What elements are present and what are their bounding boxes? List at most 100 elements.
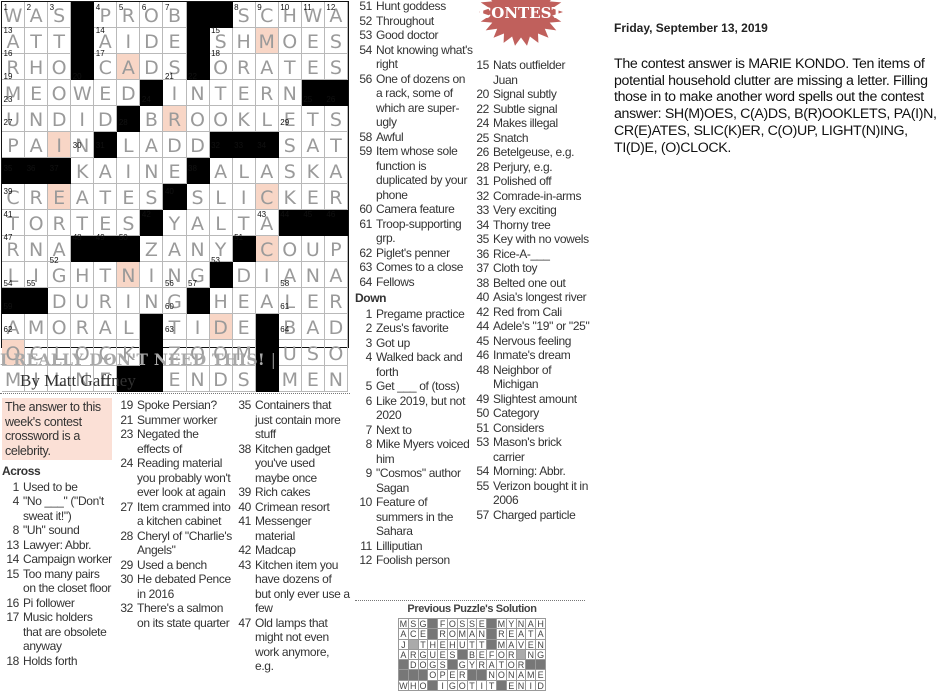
solution-cell: R bbox=[516, 660, 527, 671]
solution-cell bbox=[487, 639, 497, 650]
clue-item: 41 Messenger material bbox=[234, 514, 350, 543]
grid-cell: G bbox=[163, 288, 187, 314]
solution-cell: A bbox=[506, 639, 517, 650]
clue-number: 37 bbox=[476, 261, 489, 275]
grid-row: P A I N # L A D D # # # S A T bbox=[2, 132, 348, 158]
clue-text: Campaign worker bbox=[23, 552, 112, 566]
grid-cell: M bbox=[2, 80, 26, 106]
clue-item: 38 Kitchen gadget you've used maybe once bbox=[234, 442, 350, 486]
grid-cell: E bbox=[163, 28, 187, 54]
solution-cell: D bbox=[408, 660, 419, 671]
solution-cell: R bbox=[477, 660, 488, 671]
black-square: # bbox=[140, 366, 164, 392]
grid-cell: E bbox=[301, 288, 325, 314]
grid-cell: D bbox=[140, 54, 164, 80]
grid-cell: K bbox=[232, 106, 256, 132]
solution-cell bbox=[536, 660, 546, 671]
clue-item: 45 Nervous feeling bbox=[472, 334, 590, 349]
black-square: # bbox=[71, 2, 95, 28]
black-square: # bbox=[324, 80, 348, 106]
puzzle-title: I REALLY DON'T NEED THIS! | bbox=[0, 350, 276, 369]
clue-number: 51 bbox=[359, 0, 372, 13]
clue-item: 4 Walked back and forth bbox=[355, 350, 473, 379]
clue-item: 18 Holds forth bbox=[2, 654, 114, 669]
clue-text: Messenger material bbox=[255, 514, 312, 543]
clue-item: 42 Red from Cali bbox=[472, 305, 590, 320]
grid-cell: E bbox=[163, 366, 187, 392]
solution-cell: F bbox=[438, 619, 448, 630]
grid-cell: E bbox=[232, 288, 256, 314]
clue-item: 51 Hunt goddess bbox=[355, 0, 473, 14]
clue-item: 28 Cheryl of "Charlie's Angels" bbox=[116, 529, 232, 558]
grid-cell: D bbox=[48, 106, 72, 132]
solution-cell: E bbox=[438, 649, 448, 661]
clue-item: 40 Asia's longest river bbox=[472, 290, 590, 305]
grid-cell: A bbox=[117, 54, 141, 80]
grid-cell: Z bbox=[140, 236, 164, 262]
solution-cell: W bbox=[399, 680, 409, 691]
clue-number: 10 bbox=[359, 495, 372, 509]
clue-text: There's a salmon on its state quarter bbox=[137, 601, 230, 630]
clue-item: 64 Fellows bbox=[355, 275, 473, 290]
divider bbox=[0, 393, 350, 394]
clue-text: Kitchen gadget you've used maybe once bbox=[255, 441, 331, 485]
clue-number: 36 bbox=[476, 246, 489, 261]
clue-number: 40 bbox=[476, 290, 489, 304]
solution-cell: E bbox=[448, 670, 458, 681]
solution-cell: R bbox=[438, 629, 448, 640]
grid-cell: Y bbox=[209, 236, 233, 262]
clue-text: Item crammed into a kitchen cabinet bbox=[137, 499, 231, 529]
grid-cell: R bbox=[232, 54, 256, 80]
grid-cell: K bbox=[301, 158, 325, 184]
solution-cell: P bbox=[438, 670, 448, 681]
grid-cell: D bbox=[117, 80, 141, 106]
clue-text: Pi follower bbox=[23, 595, 75, 610]
clue-text: Comrade-in-arms bbox=[493, 188, 582, 203]
clue-number: 21 bbox=[120, 412, 133, 427]
solution-cell: E bbox=[477, 649, 488, 661]
grid-cell: U bbox=[301, 236, 325, 262]
grid-cell: T bbox=[94, 262, 118, 288]
grid-cell: A bbox=[25, 132, 49, 158]
grid-cell: O bbox=[48, 54, 72, 80]
clue-item: 21 Summer worker bbox=[116, 413, 232, 428]
clue-number: 39 bbox=[238, 485, 251, 499]
clue-column-2: 19 Spoke Persian? 21 Summer worker 23 Negated… bbox=[116, 398, 232, 630]
clue-text: Cheryl of "Charlie's Angels" bbox=[137, 528, 232, 558]
grid-cell: N bbox=[25, 106, 49, 132]
black-square: # bbox=[117, 106, 141, 132]
solution-cell: M bbox=[457, 629, 468, 640]
clue-item: 48 Neighbor of Michigan bbox=[472, 363, 590, 392]
grid-row: M E O W E D # I N T E R N # # bbox=[2, 80, 348, 106]
clue-number: 17 bbox=[6, 610, 19, 624]
date: Friday, September 13, 2019 bbox=[614, 21, 768, 35]
grid-cell: N bbox=[117, 262, 141, 288]
solution-cell: B bbox=[467, 649, 478, 661]
solution-cell: A bbox=[516, 670, 527, 681]
solution-cell: N bbox=[516, 680, 527, 691]
grid-cell: N bbox=[301, 262, 325, 288]
clue-item: 17 Music holders that are obsolete anyway bbox=[2, 610, 114, 654]
black-square: # bbox=[186, 2, 210, 28]
grid-cell: E bbox=[232, 80, 256, 106]
solution-cell: N bbox=[487, 670, 497, 681]
solution-cell: H bbox=[536, 619, 546, 630]
grid-cell: A bbox=[301, 132, 325, 158]
grid-cell: K bbox=[278, 184, 302, 210]
solution-cell: F bbox=[487, 649, 497, 661]
clue-text: "Uh" sound bbox=[23, 523, 80, 537]
solution-cell: O bbox=[497, 649, 507, 661]
clue-item: 59 Item whose sole function is duplicated… bbox=[355, 144, 473, 202]
solution-cell: A bbox=[467, 629, 478, 640]
clue-item: 4 "No ___" ("Don't sweat it!") bbox=[2, 494, 114, 523]
grid-cell: T bbox=[2, 210, 26, 236]
solution-cell: R bbox=[497, 629, 507, 640]
clue-number: 1 bbox=[12, 479, 20, 494]
clue-text: Nats outfielder Juan bbox=[493, 58, 566, 87]
grid-row: L I G H T N I N G # D I A N A bbox=[2, 262, 348, 288]
clue-number: 16 bbox=[6, 595, 19, 610]
clue-item: 9 "Cosmos" author Sagan bbox=[355, 466, 473, 495]
clue-text: Negated the effects of bbox=[137, 427, 199, 456]
grid-cell: L bbox=[209, 210, 233, 236]
solution-cell: I bbox=[526, 680, 537, 691]
